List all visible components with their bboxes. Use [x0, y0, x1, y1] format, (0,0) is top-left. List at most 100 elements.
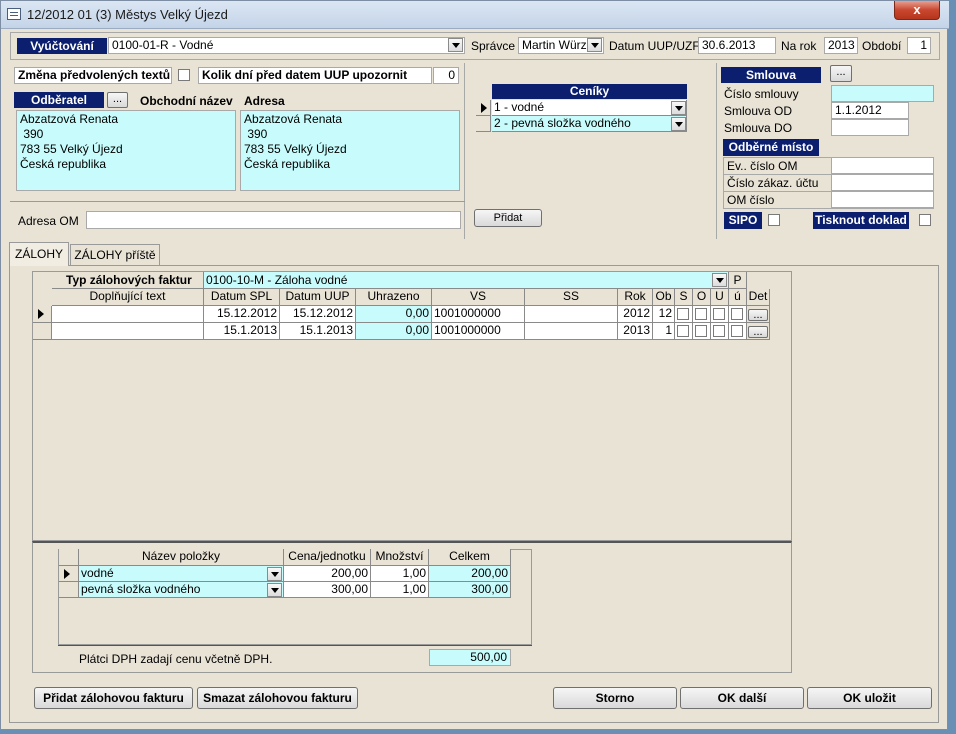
zaloha-datum-spl-cell[interactable]: 15.12.2012	[204, 306, 280, 323]
polozka-celkem-cell: 200,00	[429, 566, 511, 582]
obdobi-label: Období	[862, 39, 902, 53]
row-selector[interactable]	[59, 566, 79, 582]
o-checkbox[interactable]	[695, 325, 707, 337]
zaloha-det-cell: ...	[747, 306, 770, 323]
chevron-down-icon[interactable]	[267, 567, 282, 581]
tab-zalohy[interactable]: ZÁLOHY	[9, 242, 69, 266]
polozka-cena-cell[interactable]: 300,00	[284, 582, 371, 598]
obchodni-line: Abzatzová Renata	[20, 112, 119, 126]
smlouva-picker-button[interactable]: ...	[830, 65, 852, 82]
spravce-label: Správce	[471, 39, 516, 53]
datum-uup-field[interactable]: 30.6.2013	[698, 37, 776, 54]
chevron-down-icon[interactable]	[671, 101, 686, 115]
col-header: Cena/jednotku	[284, 549, 371, 566]
u-checkbox[interactable]	[713, 325, 725, 337]
chevron-down-icon[interactable]	[587, 38, 602, 52]
cenik-row[interactable]: 1 - vodné	[492, 100, 687, 116]
obchodni-nazev-box[interactable]: Abzatzová Renata 390 783 55 Velký Újezd …	[16, 110, 236, 191]
pu-checkbox[interactable]	[731, 308, 743, 320]
chevron-down-icon[interactable]	[712, 273, 727, 287]
zaloha-pu-cell	[729, 306, 747, 323]
tisknout-doklad-checkbox[interactable]	[919, 214, 931, 226]
smlouva-od-field[interactable]: 1.1.2012	[831, 102, 909, 119]
adresa-line: 390	[244, 127, 268, 141]
col-header: Uhrazeno	[356, 289, 432, 306]
polozka-nazev-cell[interactable]: pevná složka vodného	[79, 582, 284, 598]
zaloha-ss-cell[interactable]	[525, 306, 618, 323]
ok-dalsi-button[interactable]: OK další	[680, 687, 804, 709]
zaloha-vs-cell[interactable]: 1001000000	[432, 323, 525, 340]
s-checkbox[interactable]	[677, 325, 689, 337]
odberatel-label: Odběratel	[14, 92, 104, 108]
smlouva-do-label: Smlouva DO	[724, 121, 793, 135]
storno-button[interactable]: Storno	[553, 687, 677, 709]
polozka-mnozstvi-cell[interactable]: 1,00	[371, 582, 429, 598]
zaloha-vs-cell[interactable]: 1001000000	[432, 306, 525, 323]
zaloha-text-cell[interactable]	[52, 306, 204, 323]
form-icon	[7, 8, 21, 20]
zaloha-ob-cell[interactable]: 1	[653, 323, 675, 340]
zaloha-rok-cell[interactable]: 2012	[618, 306, 653, 323]
zaloha-rok-cell[interactable]: 2013	[618, 323, 653, 340]
sipo-label: SIPO	[724, 212, 762, 229]
zaloha-datum-spl-cell[interactable]: 15.1.2013	[204, 323, 280, 340]
app-window: 12/2012 01 (3) Městys Velký Újezd x Vyúč…	[0, 0, 949, 730]
ev-cislo-om-field[interactable]	[831, 157, 934, 174]
o-checkbox[interactable]	[695, 308, 707, 320]
pu-checkbox[interactable]	[731, 325, 743, 337]
chevron-down-icon[interactable]	[267, 583, 282, 597]
zaloha-uhrazeno-cell[interactable]: 0,00	[356, 323, 432, 340]
vyuctovani-combo[interactable]: 0100-01-R - Vodné	[108, 37, 465, 54]
obdobi-field[interactable]: 1	[907, 37, 931, 54]
chevron-down-icon[interactable]	[671, 117, 686, 131]
zaloha-datum-uup-cell[interactable]: 15.1.2013	[280, 323, 356, 340]
smazat-zalohovou-fakturu-button[interactable]: Smazat zálohovou fakturu	[197, 687, 358, 709]
cislo-zakaz-uctu-field[interactable]	[831, 174, 934, 191]
zmena-textu-checkbox[interactable]	[178, 69, 190, 81]
row-selector[interactable]	[33, 306, 52, 323]
na-rok-label: Na rok	[781, 39, 817, 53]
polozka-nazev-cell[interactable]: vodné	[79, 566, 284, 582]
col-header: Ob	[653, 289, 675, 306]
divider	[723, 174, 934, 175]
zaloha-text-cell[interactable]	[52, 323, 204, 340]
zaloha-ss-cell[interactable]	[525, 323, 618, 340]
row-selector[interactable]	[476, 116, 491, 132]
adresa-om-field[interactable]	[86, 211, 461, 229]
chevron-down-icon[interactable]	[448, 38, 463, 52]
typ-faktur-combo[interactable]: 0100-10-M - Záloha vodné	[204, 272, 729, 289]
om-cislo-field[interactable]	[831, 191, 934, 208]
col-header: Doplňující text	[52, 289, 204, 306]
pridat-cenik-button[interactable]: Přidat	[474, 209, 542, 227]
col-header: Datum SPL	[204, 289, 280, 306]
adresa-box[interactable]: Abzatzová Renata 390 783 55 Velký Újezd …	[240, 110, 460, 191]
detail-button[interactable]: ...	[748, 309, 768, 321]
cislo-smlouvy-field[interactable]	[831, 85, 934, 102]
obchodni-line: 783 55 Velký Újezd	[20, 142, 123, 156]
row-selector[interactable]	[33, 323, 52, 340]
u-checkbox[interactable]	[713, 308, 725, 320]
zaloha-uhrazeno-cell[interactable]: 0,00	[356, 306, 432, 323]
odberatel-picker-button[interactable]: ...	[107, 92, 128, 108]
cenik-row[interactable]: 2 - pevná složka vodného	[492, 116, 687, 132]
adresa-om-label: Adresa OM	[18, 214, 79, 228]
smlouva-do-field[interactable]	[831, 119, 909, 136]
row-selector[interactable]	[476, 100, 491, 116]
sipo-checkbox[interactable]	[768, 214, 780, 226]
na-rok-field[interactable]: 2013	[824, 37, 858, 54]
tab-zalohy-priste[interactable]: ZÁLOHY příště	[70, 244, 160, 265]
pridat-zalohovou-fakturu-button[interactable]: Přidat zálohovou fakturu	[34, 687, 193, 709]
polozka-mnozstvi-cell[interactable]: 1,00	[371, 566, 429, 582]
close-button[interactable]: x	[894, 1, 940, 20]
col-header: Det	[747, 289, 770, 306]
zaloha-s-cell	[675, 323, 693, 340]
zaloha-datum-uup-cell[interactable]: 15.12.2012	[280, 306, 356, 323]
polozka-cena-cell[interactable]: 200,00	[284, 566, 371, 582]
zaloha-ob-cell[interactable]: 12	[653, 306, 675, 323]
kolik-dni-field[interactable]: 0	[433, 67, 459, 84]
ok-ulozit-button[interactable]: OK uložit	[807, 687, 932, 709]
col-header: O	[693, 289, 711, 306]
s-checkbox[interactable]	[677, 308, 689, 320]
row-selector[interactable]	[59, 582, 79, 598]
detail-button[interactable]: ...	[748, 326, 768, 338]
